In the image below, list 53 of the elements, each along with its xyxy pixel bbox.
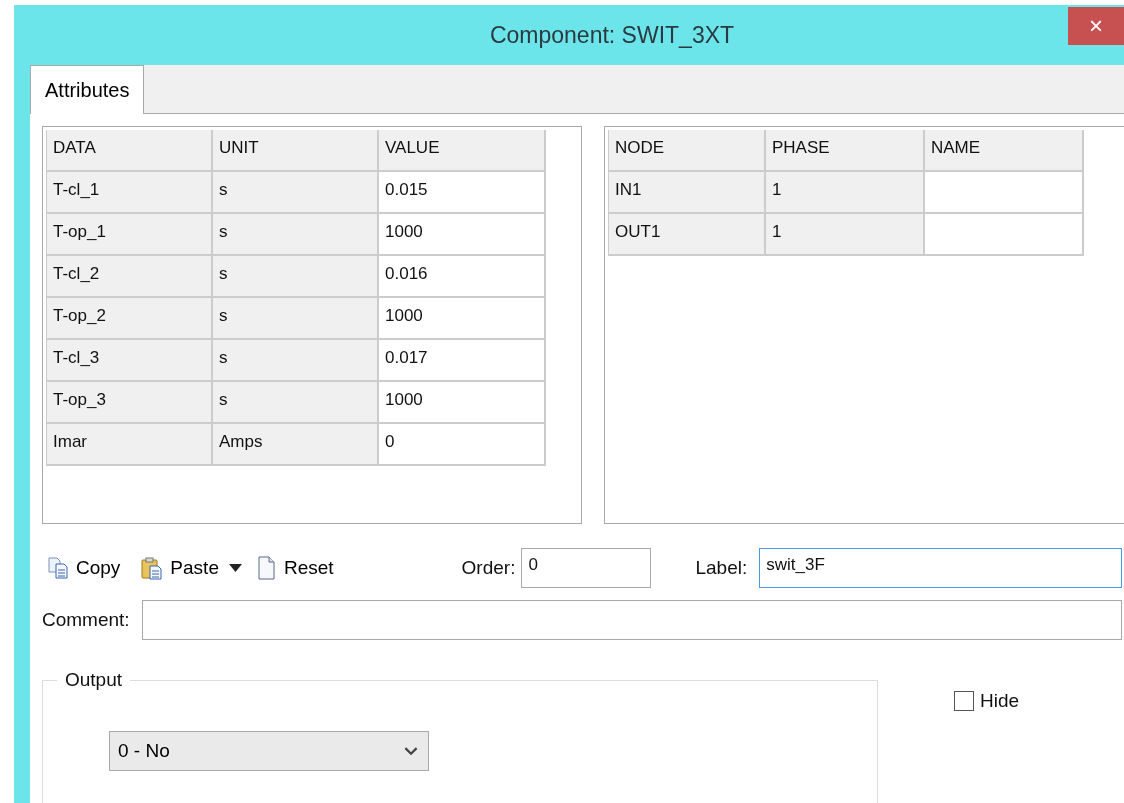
table-cell: T-op_3 (47, 382, 213, 424)
input-field[interactable]: swit_3F (759, 548, 1122, 588)
table-cell: 0 (379, 424, 546, 466)
table-cell: 0.016 (379, 256, 546, 298)
reset-button[interactable]: Reset (249, 556, 338, 580)
clipboard-icon (140, 556, 165, 580)
table-cell: s (213, 340, 379, 382)
table-cell: Amps (213, 424, 379, 466)
tab[interactable]: Attributes (30, 65, 145, 114)
table-cell: 1000 (379, 382, 546, 424)
table-cell: 1 (766, 214, 925, 256)
table-cell: 1000 (379, 298, 546, 340)
table-cell: 0.017 (379, 340, 546, 382)
field-label: Comment: (42, 609, 130, 631)
paste-button[interactable]: Paste (136, 556, 223, 580)
table-cell: s (213, 214, 379, 256)
table-cell[interactable] (925, 214, 1084, 256)
table-cell: OUT1 (609, 214, 766, 256)
table-cell: 1 (766, 172, 925, 214)
table-cell: T-cl_3 (47, 340, 213, 382)
table-cell: T-cl_1 (47, 172, 213, 214)
copy-button[interactable]: Copy (42, 556, 125, 580)
table-cell: s (213, 382, 379, 424)
table-cell: s (213, 172, 379, 214)
table-cell: 0.015 (379, 172, 546, 214)
table-cell: s (213, 256, 379, 298)
table-cell: Imar (47, 424, 213, 466)
column-header: NAME (925, 130, 1084, 172)
table-cell: 1000 (379, 214, 546, 256)
column-header: PHASE (766, 130, 925, 172)
window-title: Component: SWIT_3XT (489, 21, 735, 49)
table-cell: IN1 (609, 172, 766, 214)
checkbox[interactable] (954, 691, 974, 711)
column-header: UNIT (213, 130, 379, 172)
column-header: VALUE (379, 130, 546, 172)
input-field[interactable]: 0 (521, 548, 652, 588)
table-cell: s (213, 298, 379, 340)
chevron-icon (404, 746, 418, 756)
field-label: Order: (461, 557, 516, 579)
table-cell[interactable] (925, 172, 1084, 214)
table-cell: T-op_2 (47, 298, 213, 340)
column-header: DATA (47, 130, 213, 172)
comment-field[interactable] (141, 600, 1122, 640)
table-cell: T-cl_2 (47, 256, 213, 298)
caret-icon (228, 564, 242, 572)
hide-checkbox[interactable]: Hide (954, 690, 1020, 712)
column-header: NODE (609, 130, 766, 172)
table-cell: T-op_1 (47, 214, 213, 256)
close-button[interactable]: × (1068, 7, 1124, 45)
dropdown-button[interactable] (228, 564, 242, 572)
dropdown[interactable]: 0 - No (109, 731, 429, 771)
field-label: Label: (695, 557, 748, 579)
copy-icon (46, 556, 70, 580)
